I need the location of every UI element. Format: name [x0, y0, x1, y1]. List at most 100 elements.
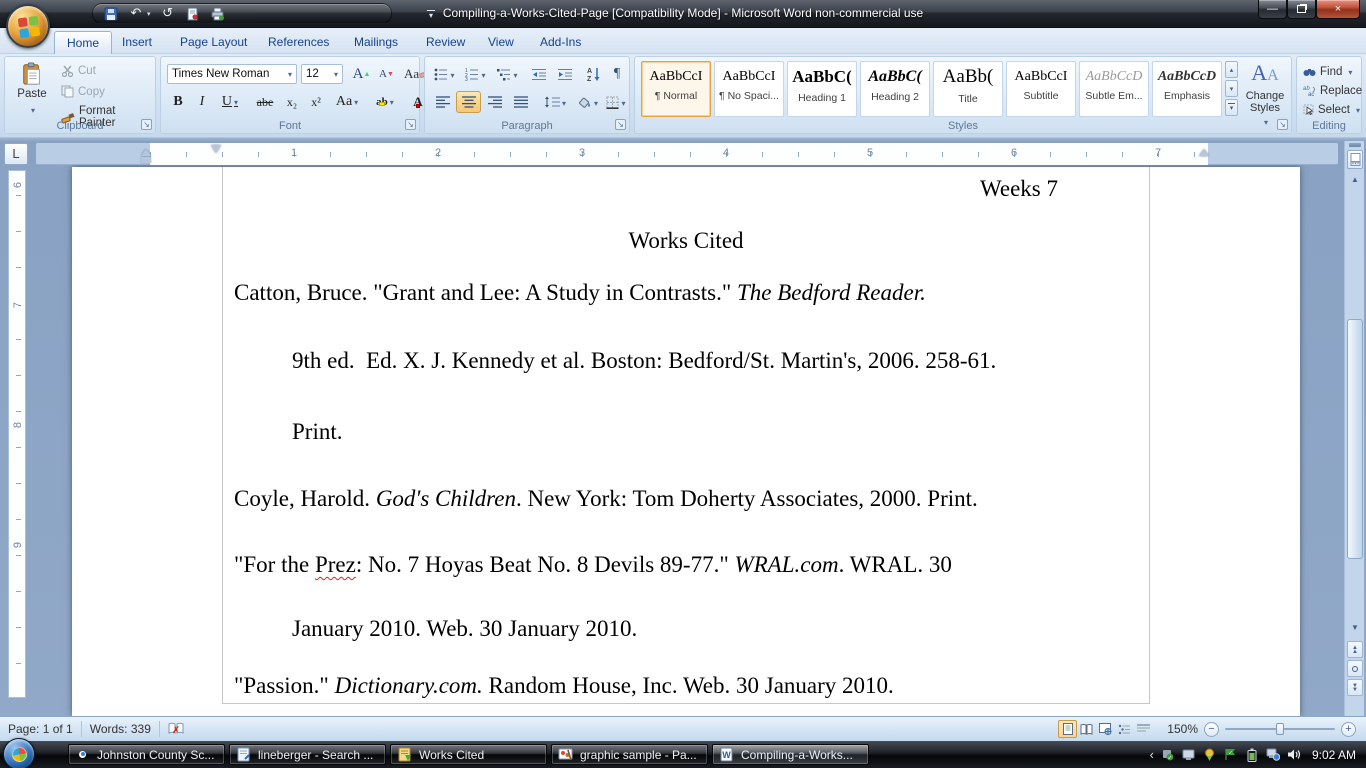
doc-line[interactable]: January 2010. Web. 30 January 2010. [292, 616, 637, 642]
right-indent-marker[interactable] [1199, 144, 1209, 156]
shrink-font-button[interactable]: A▼ [375, 63, 398, 85]
page-indicator[interactable]: Page: 1 of 1 [8, 722, 73, 736]
style-subtle-emphasis[interactable]: AaBbCcD Subtle Em... [1079, 61, 1149, 117]
italic-button[interactable]: I [191, 91, 213, 113]
change-case-button[interactable]: Aa [331, 91, 363, 113]
previous-object-button[interactable]: ▲▲ [1347, 641, 1363, 658]
bullets-dropdown-icon[interactable] [448, 67, 454, 81]
taskbar-button-works-cited[interactable]: Works Cited [390, 744, 547, 765]
change-case-dropdown-icon[interactable] [352, 94, 358, 110]
outline-view-button[interactable] [1115, 720, 1134, 738]
battery-icon[interactable] [1245, 748, 1259, 762]
styles-gallery-down-icon[interactable]: ▾ [1225, 80, 1238, 97]
find-dropdown-icon[interactable] [1346, 66, 1352, 78]
update-badge-icon[interactable] [1203, 748, 1217, 762]
scrollbar-thumb[interactable] [1347, 319, 1363, 559]
view-ruler-toggle-button[interactable] [1347, 150, 1363, 169]
doc-line[interactable]: Coyle, Harold. God's Children. New York:… [234, 486, 978, 512]
tab-add-ins[interactable]: Add-Ins [528, 31, 593, 54]
tab-review[interactable]: Review [414, 31, 477, 54]
copy-button[interactable]: Copy [61, 85, 105, 98]
zoom-out-button[interactable]: − [1204, 722, 1219, 737]
doc-line[interactable]: Print. [292, 419, 342, 445]
numbering-dropdown-icon[interactable] [479, 67, 485, 81]
bold-button[interactable]: B [167, 91, 189, 113]
replace-button[interactable]: abac Replace [1303, 82, 1362, 99]
clipboard-dialog-launcher[interactable] [141, 119, 152, 130]
doc-line[interactable]: "Passion." Dictionary.com. Random House,… [234, 673, 894, 699]
doc-line[interactable]: "For the Prez: No. 7 Hoyas Beat No. 8 De… [234, 552, 952, 578]
borders-dropdown-icon[interactable] [619, 95, 625, 109]
taskbar-button-compiling-works-cited[interactable]: W Compiling-a-Works... [712, 744, 869, 765]
taskbar-button-graphic-sample[interactable]: graphic sample - Pa... [551, 744, 708, 765]
select-button[interactable]: Select [1303, 101, 1360, 118]
line-spacing-dropdown-icon[interactable] [560, 95, 566, 109]
styles-dialog-launcher[interactable] [1277, 119, 1288, 130]
tab-view[interactable]: View [476, 31, 526, 54]
vertical-ruler[interactable]: 6 7 8 9 [8, 170, 26, 698]
strikethrough-button[interactable]: abe [251, 91, 279, 113]
font-name-combo[interactable]: Times New Roman [167, 64, 297, 84]
multilevel-dropdown-icon[interactable] [511, 67, 517, 81]
highlight-button[interactable]: ab [369, 91, 401, 113]
shading-button[interactable] [575, 91, 601, 113]
select-dropdown-icon[interactable] [1354, 104, 1360, 116]
taskbar-button-johnston-county[interactable]: Johnston County Sc... [68, 744, 225, 765]
borders-button[interactable] [603, 91, 629, 113]
zoom-slider-track[interactable] [1225, 728, 1335, 730]
doc-line[interactable]: 9th ed. Ed. X. J. Kennedy et al. Boston:… [292, 348, 996, 374]
styles-gallery-up-icon[interactable]: ▴ [1225, 61, 1238, 78]
bullets-button[interactable] [430, 63, 459, 85]
security-flag-icon[interactable]: ✓ [1224, 748, 1238, 762]
device-status-icon[interactable]: ✓ [1161, 748, 1175, 762]
multilevel-list-button[interactable] [492, 63, 523, 85]
doc-line[interactable]: Weeks 7 [980, 176, 1058, 202]
paragraph-dialog-launcher[interactable] [615, 119, 626, 130]
sort-button[interactable]: AZ [581, 63, 607, 85]
tab-references[interactable]: References [256, 31, 341, 54]
paste-dropdown-icon[interactable] [29, 102, 35, 116]
underline-dropdown-icon[interactable] [232, 94, 238, 110]
style-emphasis[interactable]: AaBbCcD Emphasis [1152, 61, 1222, 117]
style-heading1[interactable]: AaBbC( Heading 1 [787, 61, 857, 117]
select-browse-object-button[interactable] [1347, 660, 1363, 677]
font-dialog-launcher[interactable] [405, 119, 416, 130]
scroll-down-button[interactable]: ▼ [1347, 619, 1363, 635]
display-icon[interactable] [1182, 748, 1196, 762]
taskbar-clock[interactable]: 9:02 AM [1312, 748, 1356, 762]
grow-font-button[interactable]: A▲ [349, 63, 374, 85]
restore-button[interactable] [1287, 0, 1316, 19]
zoom-level[interactable]: 150% [1167, 722, 1198, 736]
proofing-status-icon[interactable]: ✗ [168, 722, 184, 736]
taskbar-button-lineberger-search[interactable]: lineberger - Search ... [229, 744, 386, 765]
font-size-combo[interactable]: 12 [301, 64, 343, 84]
justify-button[interactable] [508, 91, 533, 113]
underline-button[interactable]: U [215, 91, 245, 113]
style-heading2[interactable]: AaBbC( Heading 2 [860, 61, 930, 117]
word-count[interactable]: Words: 339 [90, 722, 151, 736]
scroll-up-button[interactable]: ▲ [1347, 171, 1363, 187]
close-button[interactable]: × [1316, 0, 1360, 19]
cut-button[interactable]: Cut [61, 65, 96, 77]
document-page[interactable]: Weeks 7 Works Cited Catton, Bruce. "Gran… [72, 167, 1300, 716]
style-no-spacing[interactable]: AaBbCcI ¶ No Spaci... [714, 61, 784, 117]
style-normal[interactable]: AaBbCcI ¶ Normal [641, 61, 711, 117]
office-button[interactable] [6, 4, 50, 48]
zoom-in-button[interactable]: + [1341, 722, 1356, 737]
line-spacing-button[interactable] [539, 91, 571, 113]
find-button[interactable]: Find [1303, 63, 1352, 80]
volume-icon[interactable] [1287, 748, 1301, 762]
superscript-button[interactable]: x² [305, 91, 327, 113]
tab-page-layout[interactable]: Page Layout [168, 31, 259, 54]
left-indent-marker[interactable] [141, 157, 151, 163]
draft-view-button[interactable] [1134, 720, 1153, 738]
align-left-button[interactable] [430, 91, 455, 113]
vertical-scrollbar[interactable]: ▲ ▼ ▲▲ ▼▼ [1344, 141, 1364, 716]
tab-selector-button[interactable]: L [4, 143, 28, 165]
tab-mailings[interactable]: Mailings [342, 31, 410, 54]
style-subtitle[interactable]: AaBbCcI Subtitle [1006, 61, 1076, 117]
subscript-button[interactable]: x₂ [281, 91, 303, 113]
minimize-button[interactable]: — [1258, 0, 1287, 19]
tab-insert[interactable]: Insert [110, 31, 164, 54]
align-right-button[interactable] [482, 91, 507, 113]
